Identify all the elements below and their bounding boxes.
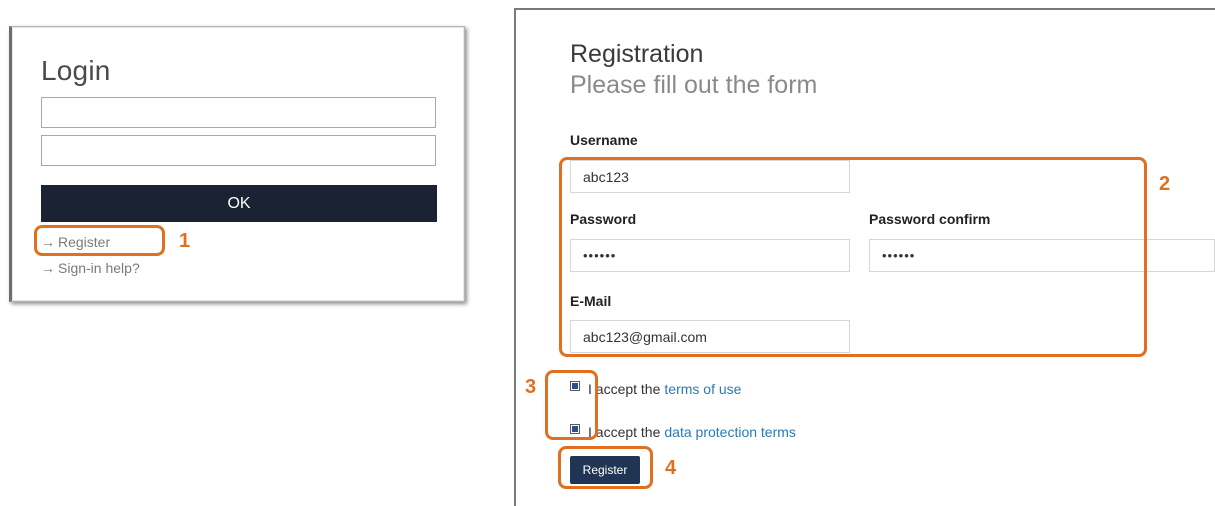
data-protection-row: I accept the data protection terms <box>570 424 796 440</box>
username-input[interactable] <box>570 160 850 193</box>
register-button[interactable]: Register <box>570 456 640 484</box>
registration-panel: Registration Please fill out the form Us… <box>514 8 1215 506</box>
registration-title: Registration <box>570 40 704 68</box>
login-password-input[interactable] <box>41 135 436 166</box>
arrow-right-icon: → <box>41 260 55 276</box>
login-username-input[interactable] <box>41 97 436 128</box>
password-confirm-input[interactable] <box>869 239 1215 272</box>
email-input[interactable] <box>570 320 850 353</box>
username-label: Username <box>570 132 638 148</box>
arrow-right-icon: → <box>41 234 55 250</box>
data-protection-terms-link[interactable]: data protection terms <box>664 424 796 440</box>
registration-subtitle: Please fill out the form <box>570 71 818 99</box>
callout-number-1: 1 <box>179 230 191 252</box>
login-title: Login <box>41 55 111 86</box>
password-label: Password <box>570 211 637 227</box>
checkbox-checked-icon[interactable] <box>570 424 580 434</box>
login-panel: Login OK → Register → Sign-in help? <box>9 26 465 302</box>
password-input[interactable] <box>570 239 850 272</box>
callout-number-4: 4 <box>665 457 677 479</box>
callout-number-2: 2 <box>1159 173 1171 195</box>
callout-number-3: 3 <box>525 376 537 398</box>
checkbox-checked-icon[interactable] <box>570 381 580 391</box>
terms-row: I accept the terms of use <box>570 381 741 397</box>
terms-of-use-link[interactable]: terms of use <box>664 381 741 397</box>
ok-button[interactable]: OK <box>41 185 437 222</box>
sign-in-help-label: Sign-in help? <box>58 260 140 276</box>
password-confirm-label: Password confirm <box>869 211 991 227</box>
register-link[interactable]: → Register <box>41 234 110 250</box>
email-label: E-Mail <box>570 293 612 309</box>
accept-data-protection-text: I accept the <box>588 424 661 440</box>
register-link-label: Register <box>58 234 111 250</box>
sign-in-help-link[interactable]: → Sign-in help? <box>41 260 140 276</box>
accept-terms-text: I accept the <box>588 381 661 397</box>
